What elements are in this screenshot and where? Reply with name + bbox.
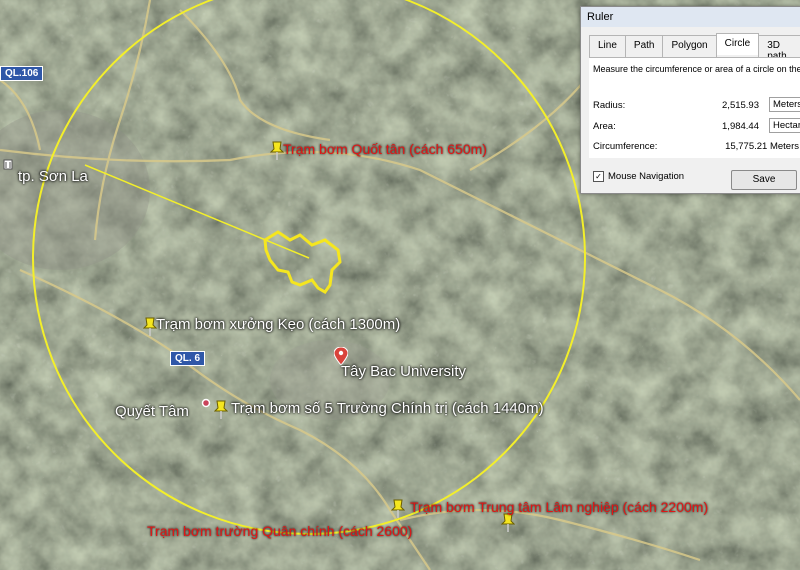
place-label-quyet-tam: Quyết Tâm [115,403,189,420]
tab-path[interactable]: Path [624,35,664,57]
place-dot-icon[interactable] [201,398,211,408]
city-label: tp. Sơn La [18,168,88,185]
circumference-label: Circumference: [593,141,658,152]
station-label-3: Trạm bơm số 5 Trường Chính trị (cách 144… [231,400,544,417]
radius-value: 2,515.93 [722,100,759,111]
mouse-navigation-label: Mouse Navigation [608,171,685,183]
ruler-panel: Measure the circumference or area of a c… [589,57,800,158]
area-label: Area: [593,121,616,132]
mouse-navigation-checkbox[interactable]: ✓ Mouse Navigation [593,171,684,182]
area-unit-select[interactable]: Hectares [769,118,800,133]
radius-unit-select[interactable]: Meters [769,97,800,112]
pushpin-icon[interactable] [270,141,284,161]
circumference-value: 15,775.21 Meters [725,141,799,152]
pushpin-icon[interactable] [214,400,228,420]
pushpin-icon[interactable] [501,513,515,533]
tab-polygon[interactable]: Polygon [662,35,717,57]
radius-label: Radius: [593,100,626,111]
tab-3d-path[interactable]: 3D path [758,35,800,62]
area-value: 1,984.44 [722,121,759,132]
ruler-dialog-title: Ruler [581,7,800,27]
ruler-dialog[interactable]: Ruler Line Path Polygon Circle 3D path M… [580,6,800,194]
place-label-university: Tây Bac University [341,363,467,380]
station-label-4: Trạm bơm Trung tâm Lâm nghiệp (cách 2200… [410,499,709,515]
tab-circle[interactable]: Circle [715,33,760,55]
road-shield-ql6: QL. 6 [170,351,206,366]
station-label-1: Trạm bơm Quốt tân (cách 650m) [283,141,487,157]
station-label-5: Trạm bơm trường Quân chính (cách 2600) [147,523,413,539]
city-marker-icon[interactable] [3,158,13,170]
tab-line[interactable]: Line [589,35,626,57]
station-label-2: Trạm bơm xưởng Kẹo (cách 1300m) [156,316,401,333]
road-shield-ql106: QL.106 [0,66,44,81]
pushpin-icon[interactable] [391,499,405,519]
pushpin-icon[interactable] [143,317,157,337]
ruler-tabs: Line Path Polygon Circle 3D path [589,33,800,62]
ruler-description: Measure the circumference or area of a c… [593,64,800,74]
checkmark-icon: ✓ [593,171,604,182]
save-button[interactable]: Save [731,170,797,190]
